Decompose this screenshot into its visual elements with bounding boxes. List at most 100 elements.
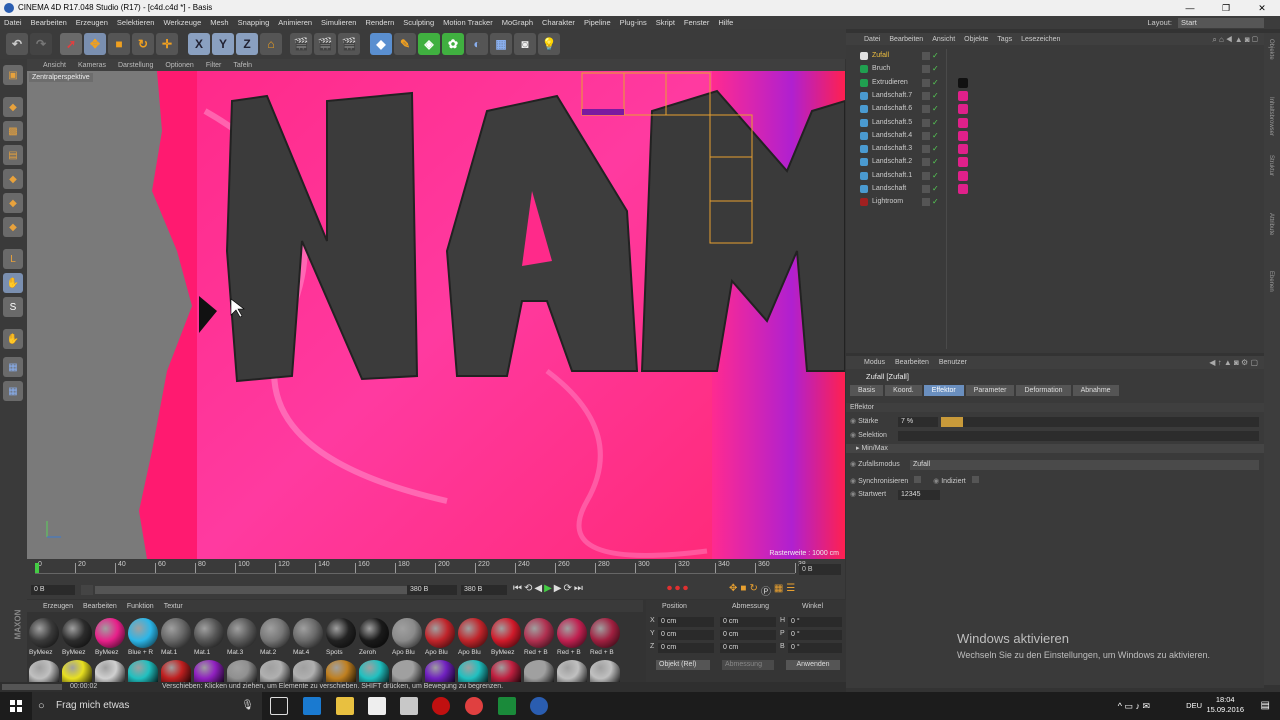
material-swatch[interactable]: [425, 618, 455, 648]
autokey-icon[interactable]: ⏺: [675, 583, 680, 594]
material-tag[interactable]: [958, 184, 968, 194]
material-swatch[interactable]: [458, 618, 488, 648]
viewport-menu-item[interactable]: Darstellung: [118, 62, 153, 69]
app-icon[interactable]: [400, 697, 418, 715]
coord-angle-field[interactable]: 0 °: [788, 630, 842, 640]
apply-button[interactable]: Anwenden: [786, 660, 840, 670]
floor-icon[interactable]: ▦: [490, 33, 512, 55]
coord-position-field[interactable]: 0 cm: [658, 617, 714, 627]
object-row[interactable]: Landschaft.2 ✓: [846, 155, 1264, 168]
visibility-toggle[interactable]: [922, 65, 930, 74]
language-indicator[interactable]: DEU: [1186, 701, 1202, 710]
sync-checkbox[interactable]: [914, 476, 922, 483]
camtasia-icon[interactable]: [498, 697, 516, 715]
key-param-icon[interactable]: Ⓟ: [761, 583, 771, 598]
attribute-tab[interactable]: Basis: [850, 385, 884, 396]
menu-item[interactable]: Selektieren: [117, 18, 155, 27]
enabled-check-icon[interactable]: ✓: [932, 171, 939, 179]
menu-item[interactable]: Plug-ins: [620, 18, 647, 27]
material-swatch[interactable]: [590, 618, 620, 648]
manager-tab[interactable]: Attribute: [1268, 213, 1274, 235]
attribute-tab[interactable]: Abnahme: [1072, 385, 1119, 396]
y-axis-lock-icon[interactable]: Y: [212, 33, 234, 55]
manager-tab[interactable]: Objekte: [1268, 39, 1274, 60]
workplane-lock-icon[interactable]: ▦: [3, 357, 23, 377]
axis-mode-icon[interactable]: L: [3, 249, 23, 269]
attribute-tab[interactable]: Koord.: [885, 385, 922, 396]
subdivision-icon[interactable]: ◈: [418, 33, 440, 55]
object-row[interactable]: Landschaft.4 ✓: [846, 129, 1264, 142]
menu-item[interactable]: Animieren: [278, 18, 312, 27]
object-menu-item[interactable]: Bearbeiten: [889, 36, 923, 43]
minmax-group[interactable]: ▸ Min/Max: [846, 444, 1264, 453]
spline-pen-icon[interactable]: ✎: [394, 33, 416, 55]
attribute-tab[interactable]: Parameter: [965, 385, 1015, 396]
camera-icon[interactable]: ◙: [514, 33, 536, 55]
enabled-check-icon[interactable]: ✓: [932, 185, 939, 193]
material-swatch[interactable]: [359, 660, 389, 682]
end-frame-field[interactable]: 380 B: [407, 585, 457, 595]
material-swatch[interactable]: [95, 660, 125, 682]
system-tray-icons[interactable]: ^ ▭ ♪ ✉: [1118, 701, 1150, 712]
grid-icon[interactable]: ▦: [3, 381, 23, 401]
texture-mode-icon[interactable]: ▩: [3, 121, 23, 141]
material-swatch[interactable]: [557, 660, 587, 682]
windows-start-icon[interactable]: [10, 700, 22, 712]
selection-field[interactable]: [898, 431, 1259, 441]
viewport-menu-item[interactable]: Tafeln: [233, 62, 252, 69]
enabled-check-icon[interactable]: ✓: [932, 118, 939, 126]
edge-browser-icon[interactable]: [303, 697, 321, 715]
enabled-check-icon[interactable]: ✓: [932, 105, 939, 113]
material-tag[interactable]: [958, 90, 968, 101]
menu-item[interactable]: Bearbeiten: [31, 18, 67, 27]
menu-item[interactable]: Snapping: [238, 18, 270, 27]
workplane-icon[interactable]: ▤: [3, 145, 23, 165]
material-swatch[interactable]: [194, 618, 224, 648]
max-frame-field[interactable]: 380 B: [461, 585, 507, 595]
visibility-toggle[interactable]: [922, 158, 930, 167]
attribute-menu-item[interactable]: Modus: [864, 359, 885, 366]
edges-mode-icon[interactable]: ◆: [3, 193, 23, 213]
manager-tab[interactable]: Inhaltsbrowser: [1268, 97, 1274, 136]
taskbar-clock[interactable]: 18:04 15.09.2016: [1206, 695, 1244, 715]
material-swatch[interactable]: [392, 618, 422, 648]
coord-size-field[interactable]: 0 cm: [720, 630, 776, 640]
material-swatch[interactable]: [359, 618, 389, 648]
coordinate-system-icon[interactable]: ⌂: [260, 33, 282, 55]
object-row[interactable]: Extrudieren ✓: [846, 76, 1264, 89]
go-to-end-icon[interactable]: ⏭: [574, 583, 583, 594]
next-frame-icon[interactable]: ▶: [554, 583, 562, 594]
strength-field[interactable]: 7 %: [898, 417, 938, 427]
tweak-mode-icon[interactable]: ✋: [3, 273, 23, 293]
visibility-toggle[interactable]: [922, 91, 930, 100]
manager-tab[interactable]: Ebenen: [1268, 271, 1274, 292]
select-tool-icon[interactable]: ➚: [60, 33, 82, 55]
strength-slider[interactable]: [941, 417, 1259, 427]
material-swatch[interactable]: [326, 618, 356, 648]
object-row[interactable]: Landschaft ✓: [846, 182, 1264, 195]
key-pla-icon[interactable]: ▦: [774, 583, 783, 598]
record-icon[interactable]: ⏺: [667, 583, 672, 594]
material-swatch[interactable]: [128, 618, 158, 648]
key-rotation-icon[interactable]: ↻: [749, 583, 757, 598]
material-swatch[interactable]: [62, 618, 92, 648]
timeline-menu-icon[interactable]: ☰: [786, 583, 795, 598]
menu-item[interactable]: Charakter: [542, 18, 575, 27]
attribute-nav-icon[interactable]: ◀ ↑ ▲ ◙ ⚙ ▢: [1209, 358, 1258, 367]
material-menu-item[interactable]: Textur: [164, 603, 183, 610]
model-mode-icon[interactable]: ◆: [3, 97, 23, 117]
snap-icon[interactable]: S: [3, 297, 23, 317]
menu-item[interactable]: Motion Tracker: [443, 18, 493, 27]
material-swatch[interactable]: [326, 660, 356, 682]
frame-field[interactable]: 0 B: [799, 564, 841, 575]
minimize-button[interactable]: —: [1172, 0, 1208, 16]
array-icon[interactable]: ✿: [442, 33, 464, 55]
material-swatch[interactable]: [293, 618, 323, 648]
min-arrow[interactable]: [81, 585, 93, 595]
enabled-check-icon[interactable]: ✓: [932, 198, 939, 206]
store-icon[interactable]: [368, 697, 386, 715]
attribute-tab[interactable]: Deformation: [1016, 385, 1071, 396]
coord-mode-dropdown[interactable]: Objekt (Rel): [656, 660, 710, 670]
material-tag[interactable]: [958, 144, 968, 155]
material-swatch[interactable]: [260, 660, 290, 682]
